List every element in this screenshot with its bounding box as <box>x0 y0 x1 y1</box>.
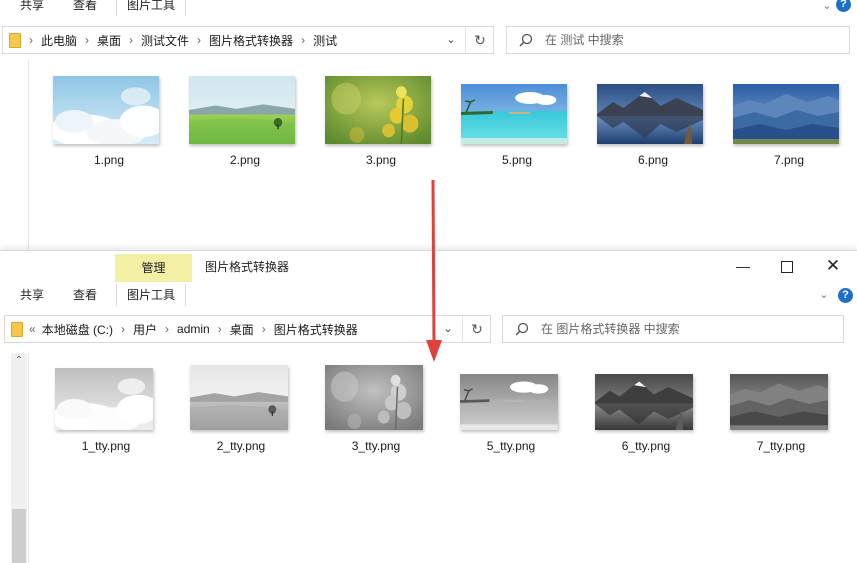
breadcrumb-image-converter[interactable]: 图片格式转换器 <box>274 321 358 338</box>
breadcrumb-users[interactable]: 用户 <box>133 321 157 338</box>
navigation-pane-edge <box>28 353 29 563</box>
tab-share[interactable]: 共享 <box>20 284 44 306</box>
file-thumbnail-5[interactable] <box>461 84 567 144</box>
file-thumbnail-2-tty[interactable] <box>190 365 288 430</box>
breadcrumb-separator-icon: › <box>165 322 170 336</box>
tab-manage[interactable]: 管理 <box>115 254 192 282</box>
file-name-5[interactable]: 5.png <box>452 153 582 167</box>
red-down-arrow-icon <box>426 180 442 362</box>
file-name-7-tty[interactable]: 7_tty.png <box>716 439 846 453</box>
breadcrumb-separator-icon: › <box>85 33 90 47</box>
collapse-ribbon-chevron-down-icon[interactable]: ⌄ <box>816 287 832 303</box>
file-thumbnail-6-tty[interactable] <box>595 374 693 430</box>
breadcrumb-image-converter[interactable]: 图片格式转换器 <box>209 32 293 49</box>
tab-picture-tools[interactable]: 图片工具 <box>116 284 187 306</box>
file-thumbnail-3-tty[interactable] <box>325 365 423 430</box>
file-thumbnail-7-tty[interactable] <box>730 374 828 430</box>
search-icon <box>515 322 529 336</box>
maximize-icon[interactable] <box>764 251 810 281</box>
breadcrumb-this-pc[interactable]: 此电脑 <box>41 32 77 49</box>
breadcrumb-local-disk[interactable]: 本地磁盘 (C:) <box>42 321 113 338</box>
file-name-2-tty[interactable]: 2_tty.png <box>176 439 306 453</box>
file-thumbnail-6[interactable] <box>597 84 703 144</box>
file-name-7[interactable]: 7.png <box>724 153 854 167</box>
ribbon-tabs: 共享 查看 图片工具 <box>0 0 857 16</box>
file-name-6-tty[interactable]: 6_tty.png <box>581 439 711 453</box>
breadcrumb-separator-icon: › <box>121 322 126 336</box>
search-box[interactable]: 在 测试 中搜索 <box>506 26 850 54</box>
search-placeholder: 在 图片格式转换器 中搜索 <box>541 322 680 336</box>
window-title: 图片格式转换器 <box>205 260 290 274</box>
close-icon[interactable]: ✕ <box>810 251 856 281</box>
collapse-ribbon-chevron-down-icon[interactable]: ⌄ <box>819 0 835 14</box>
breadcrumb-desktop[interactable]: 桌面 <box>230 321 254 338</box>
refresh-icon[interactable]: ↻ <box>462 316 491 342</box>
file-thumbnail-3[interactable] <box>325 76 431 144</box>
breadcrumb-admin[interactable]: admin <box>177 322 210 336</box>
tab-share[interactable]: 共享 <box>20 0 44 16</box>
tab-view[interactable]: 查看 <box>73 284 97 306</box>
refresh-icon[interactable]: ↻ <box>465 27 494 53</box>
folder-icon <box>9 32 21 48</box>
folder-icon <box>11 321 23 337</box>
file-name-3-tty[interactable]: 3_tty.png <box>311 439 441 453</box>
scroll-up-chevron-icon[interactable]: ⌃ <box>11 353 27 369</box>
file-thumbnail-7[interactable] <box>733 84 839 144</box>
breadcrumb-desktop[interactable]: 桌面 <box>97 32 121 49</box>
address-bar[interactable]: « 本地磁盘 (C:) › 用户 › admin › 桌面 › 图片格式转换器 … <box>4 315 491 343</box>
breadcrumb-separator-icon: › <box>261 322 266 336</box>
file-name-1-tty[interactable]: 1_tty.png <box>41 439 171 453</box>
file-name-3[interactable]: 3.png <box>316 153 446 167</box>
file-name-2[interactable]: 2.png <box>180 153 310 167</box>
file-name-6[interactable]: 6.png <box>588 153 718 167</box>
breadcrumb: « 本地磁盘 (C:) › 用户 › admin › 桌面 › 图片格式转换器 <box>11 316 358 342</box>
file-name-1[interactable]: 1.png <box>44 153 174 167</box>
file-thumbnail-1-tty[interactable] <box>55 368 153 430</box>
search-box[interactable]: 在 图片格式转换器 中搜索 <box>502 315 844 343</box>
breadcrumb-separator-icon: › <box>217 322 222 336</box>
file-thumbnail-2[interactable] <box>189 76 295 144</box>
breadcrumb-separator-icon: › <box>197 33 202 47</box>
breadcrumb-separator-icon: › <box>129 33 134 47</box>
navigation-pane-edge <box>28 60 29 250</box>
breadcrumb-test[interactable]: 测试 <box>313 32 337 49</box>
file-thumbnail-1[interactable] <box>53 76 159 144</box>
navigation-pane-scrollbar[interactable]: ⌃ <box>11 353 27 563</box>
scrollbar-thumb[interactable] <box>12 509 26 563</box>
file-name-5-tty[interactable]: 5_tty.png <box>446 439 576 453</box>
breadcrumb-overflow-icon[interactable]: « <box>29 322 36 336</box>
address-history-chevron-down-icon[interactable]: ⌄ <box>439 27 463 53</box>
help-icon[interactable]: ? <box>838 288 853 303</box>
minimize-icon[interactable]: — <box>720 251 766 281</box>
breadcrumb-separator-icon: › <box>29 33 33 47</box>
breadcrumb-separator-icon: › <box>301 33 306 47</box>
tab-picture-tools[interactable]: 图片工具 <box>116 0 187 16</box>
breadcrumb-test-files[interactable]: 测试文件 <box>141 32 189 49</box>
breadcrumb: › 此电脑 › 桌面 › 测试文件 › 图片格式转换器 › 测试 <box>9 27 337 53</box>
address-bar[interactable]: › 此电脑 › 桌面 › 测试文件 › 图片格式转换器 › 测试 ⌄ ↻ <box>2 26 494 54</box>
search-placeholder: 在 测试 中搜索 <box>545 33 624 47</box>
search-icon <box>519 33 533 47</box>
file-thumbnail-5-tty[interactable] <box>460 374 558 430</box>
tab-view[interactable]: 查看 <box>73 0 97 16</box>
